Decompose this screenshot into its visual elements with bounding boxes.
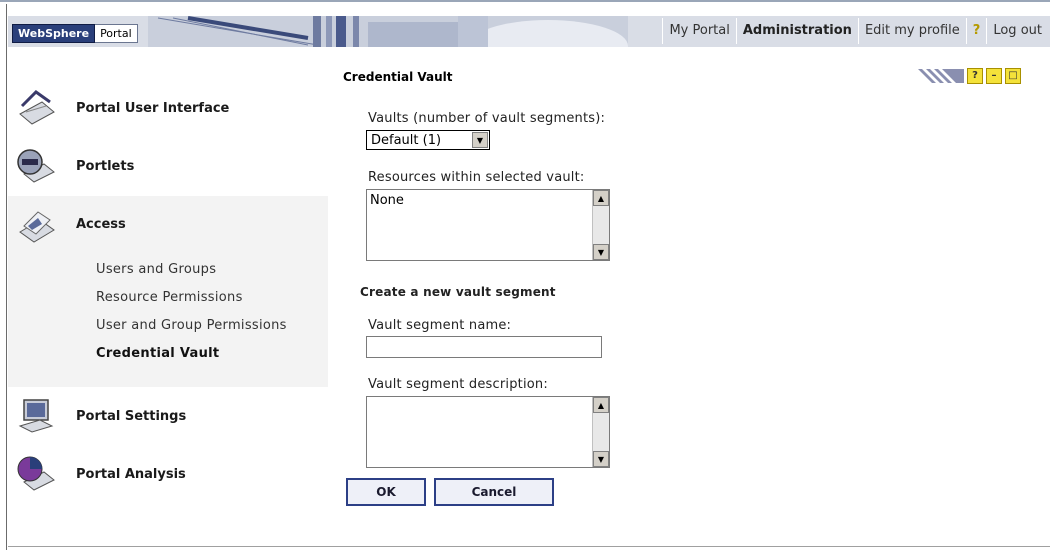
portal-analysis-icon (17, 456, 55, 491)
portlets-icon (17, 149, 55, 183)
sidebar-subitem-user-and-group-permissions[interactable]: User and Group Permissions (96, 318, 287, 333)
logo-portal-text: Portal (95, 23, 138, 43)
portlet-controls: ? – □ (918, 68, 1021, 84)
portlet-minimize-icon[interactable]: – (986, 68, 1002, 84)
sidebar-item-portlets[interactable]: Portlets (12, 146, 332, 186)
segment-description-label: Vault segment description: (368, 377, 548, 392)
portlet-stripes-decoration (918, 69, 964, 83)
nav-administration[interactable]: Administration (735, 18, 858, 44)
ok-button[interactable]: OK (346, 478, 426, 506)
left-edge (6, 4, 7, 550)
chevron-down-icon[interactable]: ▼ (472, 132, 488, 148)
portal-settings-icon (18, 399, 54, 433)
scroll-down-icon[interactable]: ▼ (593, 451, 609, 467)
vaults-label: Vaults (number of vault segments): (368, 111, 606, 126)
sidebar-label-portal-settings: Portal Settings (76, 408, 187, 424)
portal-ui-icon (19, 90, 55, 125)
sidebar-label-portal-analysis: Portal Analysis (76, 466, 186, 482)
resource-item[interactable]: None (370, 193, 404, 208)
nav-log-out[interactable]: Log out (986, 18, 1048, 44)
sidebar-subitem-users-and-groups[interactable]: Users and Groups (96, 262, 216, 277)
segment-description-textarea[interactable]: ▲ ▼ (366, 396, 610, 468)
sidebar-item-portal-settings[interactable]: Portal Settings (12, 396, 332, 436)
resources-listbox[interactable]: None ▲ ▼ (366, 189, 610, 261)
sidebar-label-portlets: Portlets (76, 158, 135, 174)
description-scrollbar[interactable]: ▲ ▼ (592, 397, 609, 467)
nav-my-portal[interactable]: My Portal (662, 18, 735, 44)
portlet-maximize-icon[interactable]: □ (1005, 68, 1021, 84)
resources-label: Resources within selected vault: (368, 170, 585, 185)
resources-scrollbar[interactable]: ▲ ▼ (592, 190, 609, 260)
create-segment-heading: Create a new vault segment (360, 285, 556, 299)
vault-select[interactable]: Default (1) ▼ (366, 130, 490, 150)
segment-name-input[interactable] (366, 336, 602, 358)
portlet-title: Credential Vault (343, 70, 453, 84)
top-rule (0, 0, 1050, 2)
sidebar-subitem-resource-permissions[interactable]: Resource Permissions (96, 290, 243, 305)
help-icon[interactable]: ? (965, 18, 987, 44)
sidebar-label-portal-user-interface: Portal User Interface (76, 100, 230, 116)
bottom-rule (8, 546, 1050, 547)
cancel-button[interactable]: Cancel (434, 478, 554, 506)
sidebar-item-portal-user-interface[interactable]: Portal User Interface (12, 88, 332, 128)
nav-edit-profile[interactable]: Edit my profile (857, 18, 966, 44)
portlet-help-icon[interactable]: ? (967, 68, 983, 84)
websphere-logo: WebSphere Portal (12, 23, 138, 43)
segment-name-label: Vault segment name: (368, 318, 512, 333)
top-navigation: My Portal Administration Edit my profile… (662, 18, 1048, 44)
portal-window: WebSphere Portal My Portal Administratio… (0, 0, 1050, 550)
access-icon (19, 211, 55, 243)
sidebar-item-access[interactable]: Access (12, 204, 332, 244)
logo-websphere-text: WebSphere (12, 23, 96, 43)
scroll-up-icon[interactable]: ▲ (593, 190, 609, 206)
scroll-down-icon[interactable]: ▼ (593, 244, 609, 260)
vault-select-value: Default (1) (371, 132, 442, 148)
sidebar-subitem-credential-vault[interactable]: Credential Vault (96, 346, 219, 361)
scroll-up-icon[interactable]: ▲ (593, 397, 609, 413)
sidebar-item-portal-analysis[interactable]: Portal Analysis (12, 454, 332, 494)
sidebar-label-access: Access (76, 216, 126, 232)
